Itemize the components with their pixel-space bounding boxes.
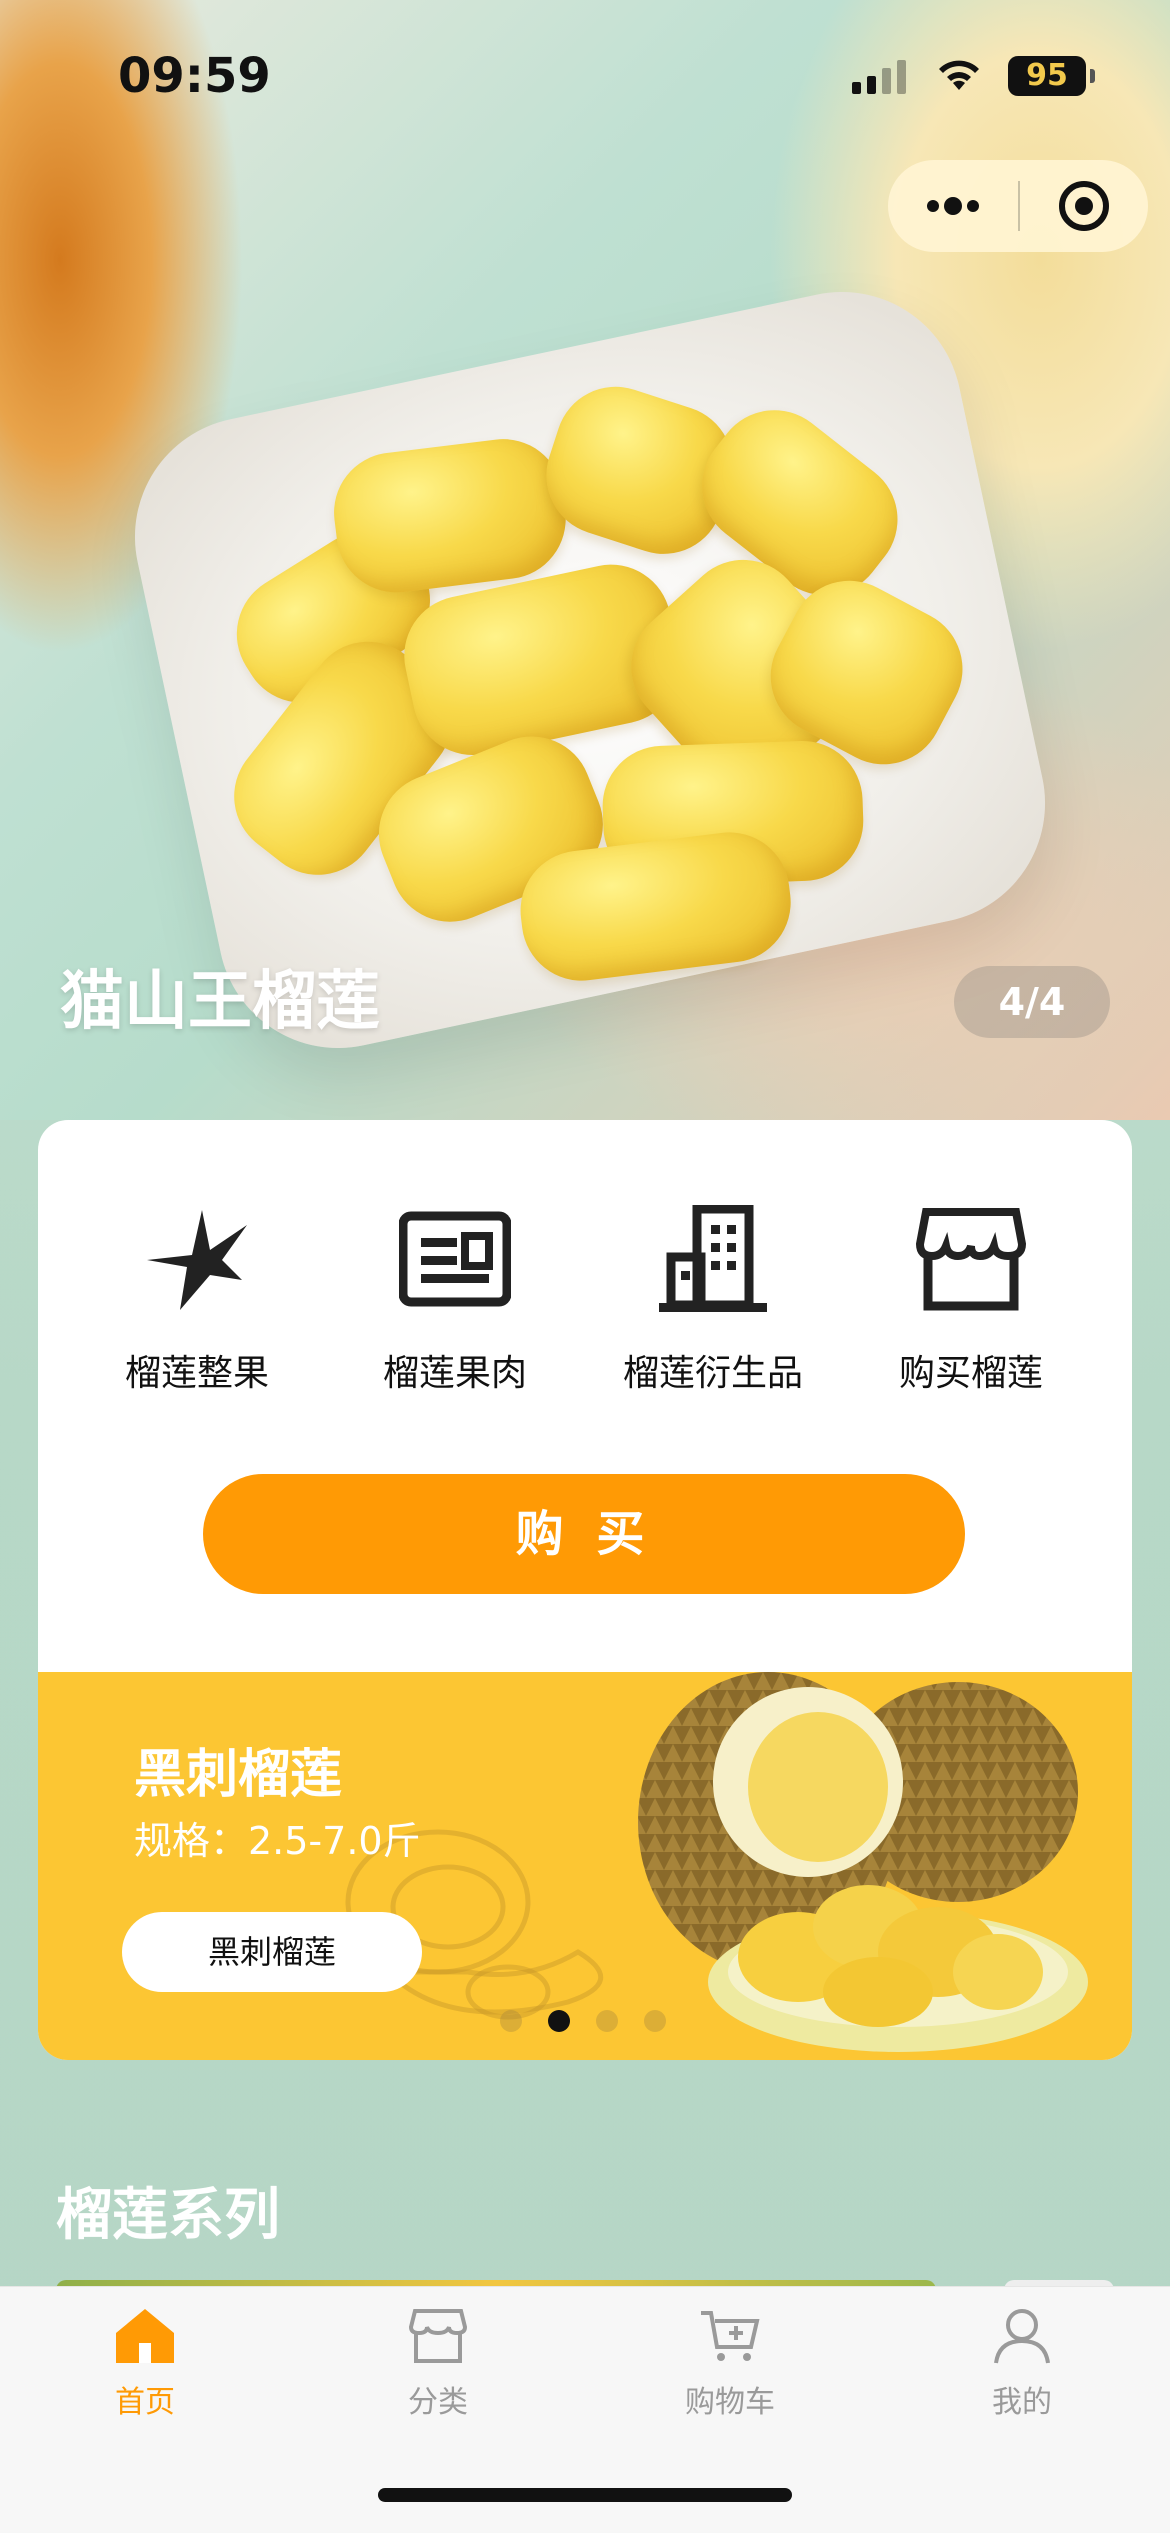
hero-pager-badge: 4/4: [954, 966, 1110, 1038]
buy-button[interactable]: 购 买: [203, 1474, 965, 1594]
nav-item-buy-durian[interactable]: 购买榴莲: [842, 1200, 1100, 1396]
more-button[interactable]: [888, 194, 1018, 218]
tab-home[interactable]: 首页: [45, 2307, 245, 2421]
pagination-dot[interactable]: [644, 2010, 666, 2032]
nav-label: 榴莲果肉: [382, 1353, 527, 1394]
nav-item-whole-durian[interactable]: 榴莲整果: [68, 1200, 326, 1396]
tab-category[interactable]: 分类: [338, 2307, 538, 2421]
banner-button[interactable]: 黑刺榴莲: [122, 1912, 422, 1992]
nav-label: 榴莲衍生品: [622, 1353, 803, 1394]
pagination-dot[interactable]: [596, 2010, 618, 2032]
signal-icon: [852, 58, 906, 94]
cart-icon: [701, 2311, 760, 2361]
pagination-dot-active[interactable]: [548, 2010, 570, 2032]
tab-profile[interactable]: 我的: [922, 2307, 1122, 2421]
home-indicator: [378, 2488, 792, 2502]
close-miniprogram-button[interactable]: [1020, 178, 1148, 234]
store-icon: [916, 1208, 1026, 1311]
promo-banner[interactable]: 黑刺榴莲 规格：2.5-7.0斤 黑刺榴莲: [38, 1672, 1132, 2060]
more-dots-icon: [927, 197, 979, 215]
nav-item-durian-flesh[interactable]: 榴莲果肉: [326, 1200, 584, 1396]
wifi-icon: [939, 60, 979, 90]
star-burst-icon: [147, 1210, 247, 1310]
battery-icon: 95: [1008, 56, 1095, 96]
tab-cart[interactable]: 购物车: [630, 2307, 830, 2421]
quick-nav: 榴莲整果 榴莲果肉 榴莲衍生品 购买榴莲: [38, 1200, 1132, 1396]
status-bar: 09:59 95: [0, 0, 1170, 150]
target-icon: [1059, 181, 1109, 231]
category-store-icon: [409, 2309, 467, 2363]
tab-label: 分类: [408, 2385, 468, 2420]
nav-item-durian-products[interactable]: 榴莲衍生品: [584, 1200, 842, 1396]
nav-label: 购买榴莲: [898, 1353, 1043, 1394]
nav-label: 榴莲整果: [124, 1353, 269, 1394]
main-card: 榴莲整果 榴莲果肉 榴莲衍生品 购买榴莲 购 买 黑刺榴莲 规格：2.5-7.0…: [38, 1120, 1132, 2060]
building-icon: [659, 1205, 767, 1312]
hero-title: 猫山王榴莲: [60, 965, 380, 1039]
section-title: 榴莲系列: [56, 2183, 280, 2248]
tab-label: 购物车: [685, 2385, 775, 2420]
banner-title: 黑刺榴莲: [134, 1745, 343, 1805]
user-icon: [994, 2309, 1050, 2364]
id-card-icon: [399, 1211, 511, 1307]
tab-label: 首页: [115, 2385, 175, 2420]
status-time: 09:59: [118, 48, 271, 104]
miniprogram-capsule: [888, 160, 1148, 252]
tab-label: 我的: [992, 2385, 1052, 2420]
pagination-dot[interactable]: [500, 2010, 522, 2032]
banner-spec: 规格：2.5-7.0斤: [134, 1819, 421, 1863]
home-icon: [116, 2309, 174, 2363]
banner-pagination: [500, 2010, 666, 2032]
durian-image: [628, 1672, 1108, 2060]
